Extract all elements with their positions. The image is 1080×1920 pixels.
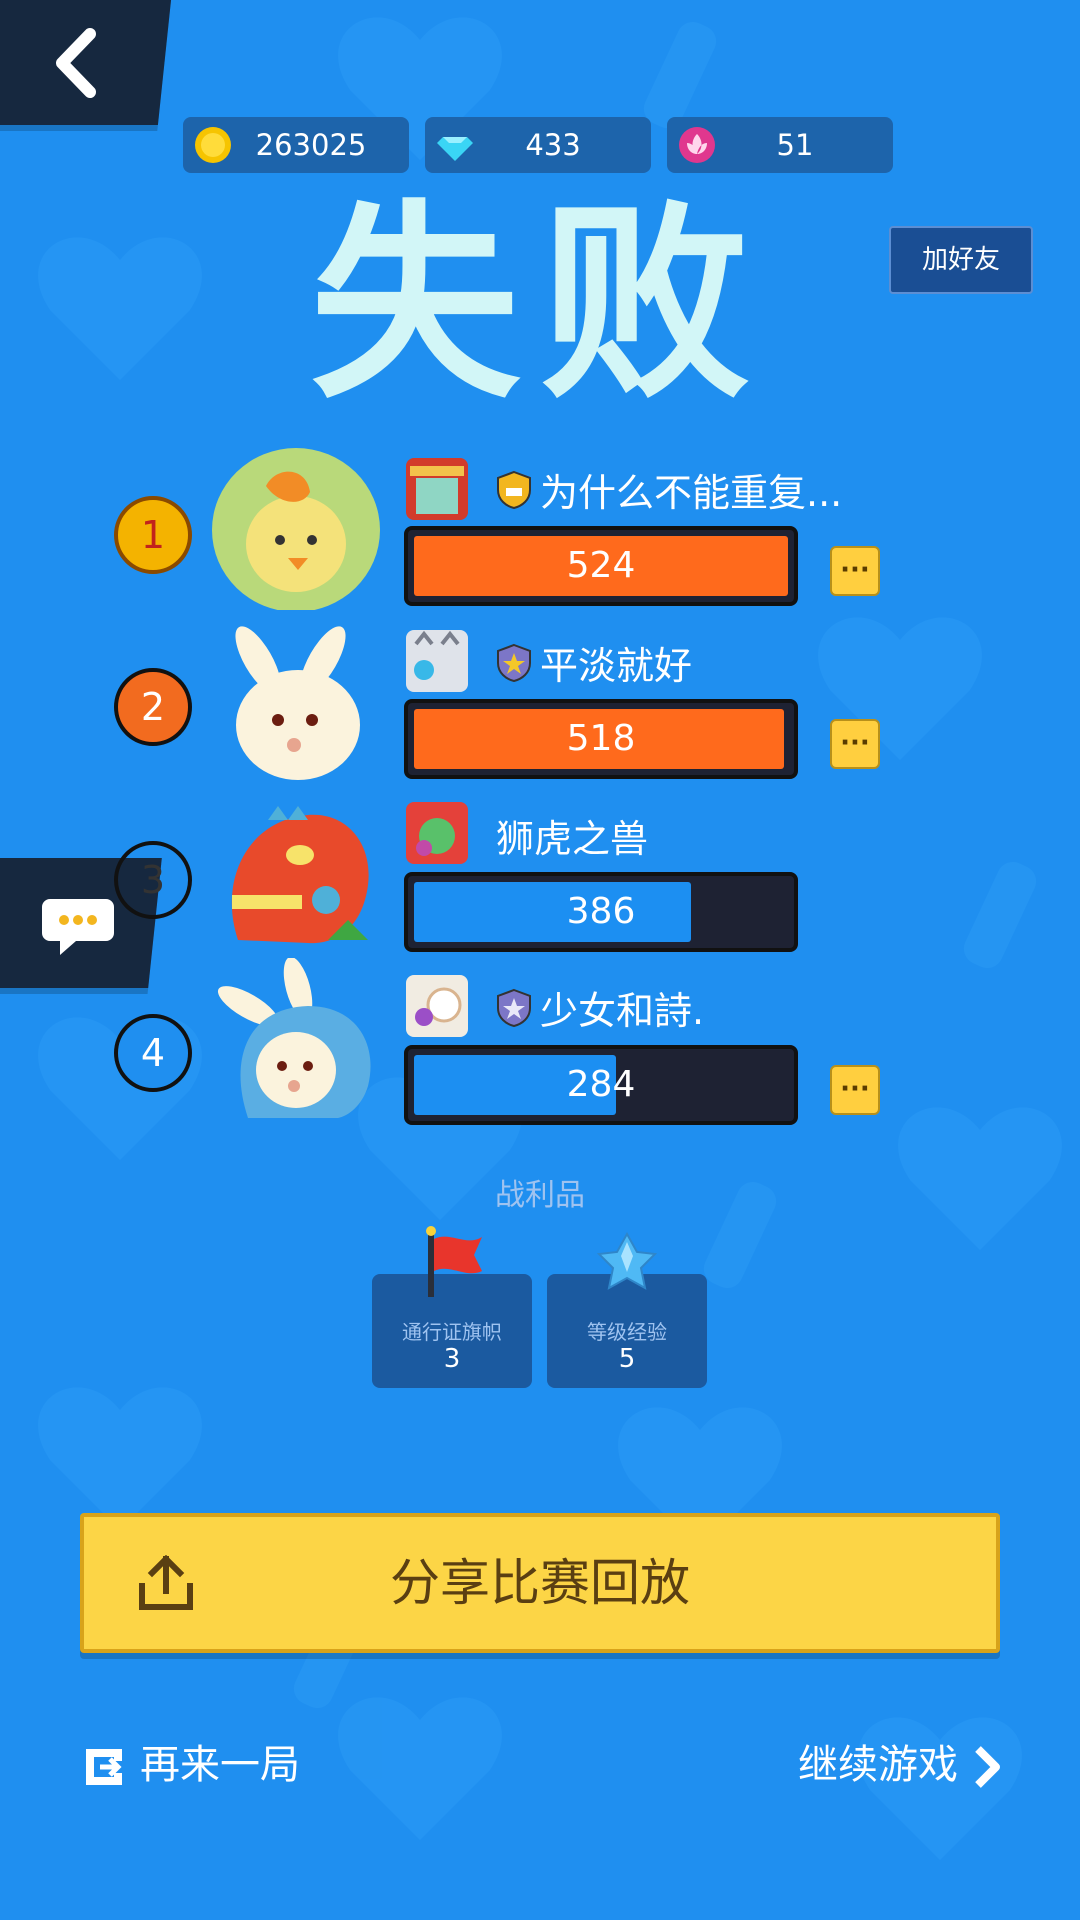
player-name: 为什么不能重复...	[540, 471, 843, 515]
flag-icon	[426, 1226, 482, 1297]
avatar-rabbit	[235, 626, 360, 780]
share-replay-button[interactable]: 分享比赛回放	[80, 1513, 1000, 1653]
cat-emblem-icon	[406, 630, 468, 692]
more-button[interactable]: ···	[830, 546, 880, 596]
score-bar: 284	[404, 1045, 798, 1125]
score-bar: 524	[404, 526, 798, 606]
score-bar: 518	[404, 699, 798, 779]
gold-coin-icon	[195, 127, 231, 163]
result-title: 失败	[309, 182, 770, 427]
lotus-icon	[679, 127, 715, 163]
gate-emblem-icon	[406, 458, 468, 520]
loot-item-name: 通行证旗帜	[402, 1320, 502, 1344]
avatar-dinosaur	[231, 806, 369, 944]
loot-item-count: 3	[443, 1344, 461, 1374]
more-button[interactable]: ···	[830, 1065, 880, 1115]
lotus-counter: 51	[667, 117, 893, 173]
chat-bubble-icon[interactable]	[40, 895, 116, 957]
share-replay-label: 分享比赛回放	[390, 1554, 690, 1612]
coin-count: 263025	[255, 128, 367, 162]
play-again-label: 再来一局	[140, 1742, 300, 1788]
play-again-button[interactable]: 再来一局	[82, 1735, 300, 1795]
loot-item-count: 5	[618, 1344, 636, 1374]
purple-shield-icon	[497, 643, 531, 683]
score-value: 284	[566, 1064, 636, 1105]
coin-counter: 263025	[183, 117, 409, 173]
purple-shield-icon	[497, 988, 531, 1028]
avatar-lion	[212, 448, 380, 610]
continue-game-button[interactable]: 继续游戏	[798, 1735, 1002, 1795]
loot-item-name: 等级经验	[587, 1320, 667, 1344]
lotus-count: 51	[776, 128, 814, 162]
lion-dance-emblem-icon	[406, 802, 468, 864]
rank-badge: 3	[114, 841, 192, 919]
chevron-right-icon	[975, 1746, 1000, 1788]
add-friend-button[interactable]: 加好友	[889, 226, 1033, 294]
player-name: 狮虎之兽	[496, 817, 649, 861]
diamond-icon	[437, 137, 473, 161]
score-value: 518	[566, 718, 636, 759]
rank-badge: 1	[114, 496, 192, 574]
score-value: 524	[566, 545, 636, 586]
back-chevron-icon[interactable]	[48, 28, 108, 98]
star-crystal-icon	[597, 1232, 657, 1290]
diamond-counter: 433	[425, 117, 651, 173]
avatar-rabbit-dino-costume	[217, 958, 371, 1118]
continue-game-label: 继续游戏	[798, 1742, 958, 1788]
gold-shield-icon	[497, 470, 531, 510]
more-button[interactable]: ···	[830, 719, 880, 769]
score-value: 386	[566, 891, 636, 932]
diamond-count: 433	[525, 128, 581, 162]
rank-badge: 4	[114, 1014, 192, 1092]
player-name: 少女和詩.	[540, 989, 705, 1033]
sheep-emblem-icon	[406, 975, 468, 1037]
replay-icon	[86, 1749, 122, 1785]
score-bar: 386	[404, 872, 798, 952]
player-name: 平淡就好	[540, 644, 693, 688]
rank-badge: 2	[114, 668, 192, 746]
loot-title: 战利品	[495, 1178, 585, 1213]
